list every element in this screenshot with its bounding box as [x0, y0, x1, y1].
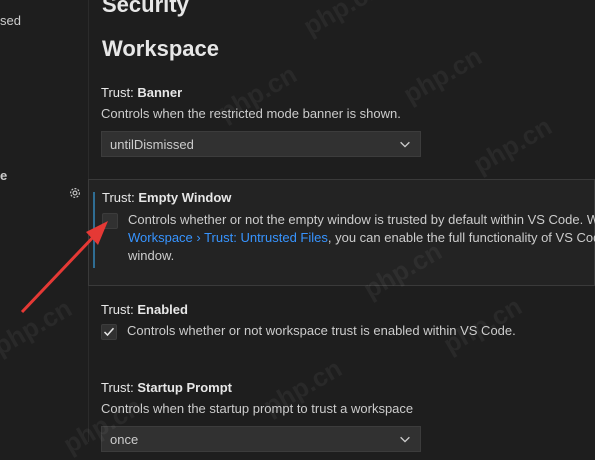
chevron-down-icon: [400, 436, 410, 443]
setting-category: Trust:: [102, 190, 139, 205]
setting-category: Trust:: [101, 302, 138, 317]
setting-description: Controls when the restricted mode banner…: [101, 106, 401, 121]
setting-name: Banner: [137, 85, 183, 100]
setting-title: Trust: Startup Prompt: [101, 380, 232, 395]
gear-icon[interactable]: [68, 186, 82, 200]
setting-description-line2: Workspace › Trust: Untrusted Files, you …: [128, 230, 595, 245]
focus-indicator: [93, 192, 95, 268]
setting-title: Trust: Empty Window: [102, 190, 231, 205]
enabled-checkbox[interactable]: [101, 324, 117, 340]
sidebar-fragment-mid[interactable]: e: [0, 168, 7, 183]
banner-select[interactable]: untilDismissed: [101, 131, 421, 157]
setting-title: Trust: Banner: [101, 85, 182, 100]
sidebar-fragment-top[interactable]: sed: [0, 13, 21, 28]
startup-prompt-select[interactable]: once: [101, 426, 421, 452]
settings-editor: Security Workspace Trust: Banner Control…: [70, 0, 595, 452]
select-value: once: [110, 432, 139, 447]
setting-name: Empty Window: [138, 190, 232, 205]
setting-description-line1: Controls whether or not the empty window…: [128, 212, 595, 227]
setting-description-rest: , you can enable the full functionality …: [327, 230, 595, 245]
empty-window-checkbox[interactable]: [102, 213, 118, 229]
setting-description: Controls whether or not workspace trust …: [127, 323, 516, 338]
select-value: untilDismissed: [110, 137, 194, 152]
setting-title: Trust: Enabled: [101, 302, 188, 317]
chevron-down-icon: [400, 141, 410, 148]
setting-category: Trust:: [101, 380, 138, 395]
settings-sidebar: sed e: [0, 0, 89, 442]
setting-description-line3: window.: [128, 248, 175, 263]
setting-name: Enabled: [137, 302, 188, 317]
check-icon: [103, 327, 115, 337]
setting-name: Startup Prompt: [137, 380, 232, 395]
section-heading-security: Security: [102, 0, 189, 17]
untrusted-files-link[interactable]: Workspace › Trust: Untrusted Files: [128, 230, 328, 245]
setting-description: Controls when the startup prompt to trus…: [101, 401, 414, 416]
setting-trust-empty-window: Trust: Empty Window Controls whether or …: [88, 179, 595, 286]
setting-category: Trust:: [101, 85, 138, 100]
section-heading-workspace: Workspace: [102, 36, 219, 61]
